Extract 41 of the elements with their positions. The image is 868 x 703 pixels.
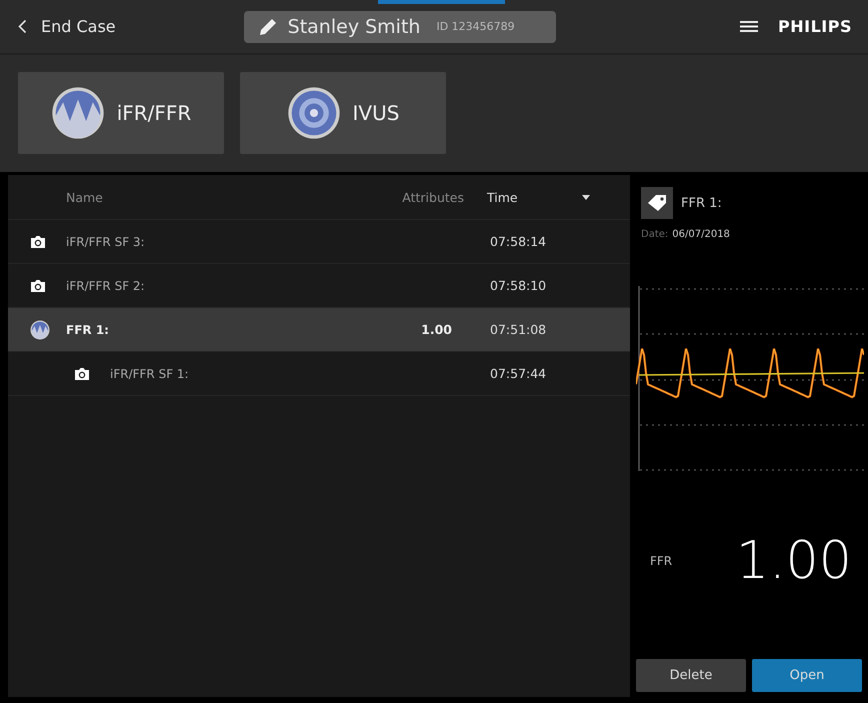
sort-caret-icon[interactable] — [582, 194, 590, 200]
wave-icon — [50, 86, 105, 140]
target-icon — [286, 86, 341, 140]
row-name: iFR/FFR SF 1: — [110, 366, 190, 380]
delete-button[interactable]: Delete — [636, 659, 746, 692]
row-attribute: 1.00 — [420, 322, 452, 337]
end-case-button[interactable]: End Case — [18, 17, 116, 36]
column-header: Attributes — [401, 190, 464, 204]
camera-icon — [30, 234, 46, 248]
mode-tile[interactable]: IVUS — [240, 72, 446, 154]
date-label: Date: — [641, 229, 668, 240]
row-name: iFR/FFR SF 3: — [66, 234, 146, 248]
row-name: FFR 1: — [66, 322, 110, 336]
column-header[interactable]: Time — [487, 190, 582, 204]
row-time: 07:57:44 — [490, 366, 546, 381]
list-row[interactable]: iFR/FFR SF 3: 07:58:14 — [8, 220, 630, 264]
date-value: 06/07/2018 — [672, 229, 730, 240]
mode-tile[interactable]: iFR/FFR — [18, 72, 224, 154]
tag-icon — [647, 194, 667, 212]
tag-button[interactable] — [641, 187, 673, 219]
camera-icon — [74, 366, 90, 380]
chevron-left-icon — [18, 19, 27, 34]
row-time: 07:58:14 — [490, 234, 546, 249]
camera-icon — [30, 278, 46, 292]
menu-icon[interactable] — [740, 20, 758, 33]
row-time: 07:51:08 — [490, 322, 546, 337]
measure-label: FFR — [650, 554, 674, 568]
column-header: Name — [66, 190, 104, 204]
patient-button[interactable]: Stanley Smith ID 123456789 — [244, 10, 556, 42]
measure-value: 1.00 — [736, 531, 852, 591]
patient-name: Stanley Smith — [288, 16, 420, 38]
list-row[interactable]: iFR/FFR SF 1: 07:57:44 — [8, 352, 630, 396]
list-row[interactable]: FFR 1: 1.00 07:51:08 — [8, 308, 630, 352]
open-button[interactable]: Open — [752, 659, 862, 692]
pencil-icon — [258, 16, 278, 36]
row-time: 07:58:10 — [490, 278, 546, 293]
detail-title: FFR 1: — [681, 196, 722, 210]
row-name: iFR/FFR SF 2: — [66, 278, 146, 292]
wave-icon — [30, 320, 50, 340]
patient-id: ID 123456789 — [436, 20, 515, 33]
brand-logo: PHILIPS — [778, 17, 852, 36]
